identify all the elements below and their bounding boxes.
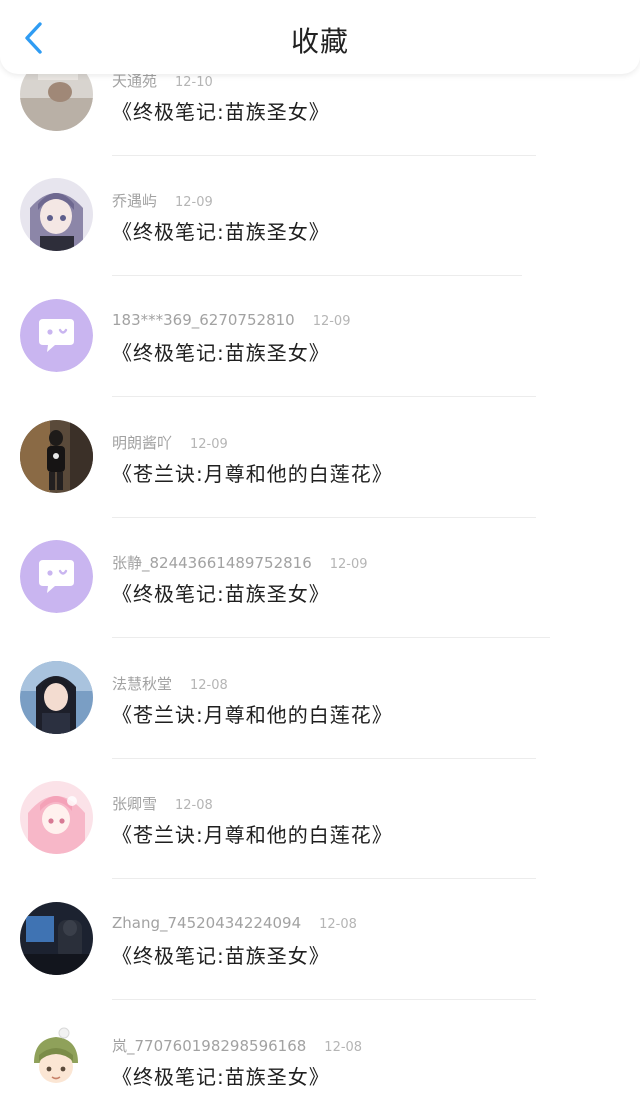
user-avatar[interactable]: [20, 902, 93, 975]
user-avatar[interactable]: [20, 1023, 93, 1096]
username[interactable]: 天通苑: [112, 72, 157, 90]
timestamp: 12-08: [324, 1040, 363, 1055]
book-title[interactable]: 《终极笔记:苗族圣女》: [112, 1061, 330, 1090]
item-meta: 乔遇屿 12-09: [112, 190, 213, 211]
username[interactable]: 岚_77076019829859616​8: [112, 1037, 306, 1055]
book-title[interactable]: 《终极笔记:苗族圣女》: [112, 216, 330, 245]
timestamp: 12-09: [329, 557, 368, 572]
item-meta: 张卿雪 12-08: [112, 793, 213, 814]
timestamp: 12-10: [175, 75, 213, 90]
username[interactable]: 明朗酱吖: [112, 434, 172, 452]
item-meta: 183***369_6270752810 12-09: [112, 311, 350, 329]
default-chat-avatar[interactable]: [20, 540, 93, 613]
username[interactable]: 法慧秋堂: [112, 675, 172, 693]
user-avatar[interactable]: [20, 661, 93, 734]
book-title[interactable]: 《苍兰诀:月尊和他的白莲花》: [112, 819, 393, 848]
user-avatar[interactable]: [20, 781, 93, 854]
list-item[interactable]: 天通苑 12-10 《终极笔记:苗族圣女》: [0, 58, 640, 179]
favorites-page: 天通苑 12-10 《终极笔记:苗族圣女》 乔遇屿 12-09 《终极笔记:苗族…: [0, 0, 640, 1098]
divider: [112, 155, 536, 156]
item-meta: 张静_82443661489752816 12-09: [112, 552, 368, 573]
username[interactable]: Zhang_74520434224094: [112, 914, 301, 932]
book-title[interactable]: 《终极笔记:苗族圣女》: [112, 940, 330, 969]
username[interactable]: 183***369_6270752810: [112, 311, 295, 329]
divider: [112, 758, 536, 759]
username[interactable]: 乔遇屿: [112, 192, 157, 210]
divider: [112, 637, 550, 638]
list-item[interactable]: 岚_77076019829859616​8 12-08 《终极笔记:苗族圣女》: [0, 1023, 640, 1098]
divider: [112, 275, 522, 276]
list-item[interactable]: 183***369_6270752810 12-09 《终极笔记:苗族圣女》: [0, 299, 640, 420]
user-avatar[interactable]: [20, 178, 93, 251]
timestamp: 12-09: [175, 195, 213, 210]
item-meta: Zhang_74520434224094 12-08: [112, 914, 357, 932]
top-nav-bar: 收藏: [0, 0, 640, 74]
username[interactable]: 张静_82443661489752816: [112, 554, 312, 572]
page-title: 收藏: [290, 25, 349, 58]
book-title[interactable]: 《终极笔记:苗族圣女》: [112, 96, 330, 125]
item-meta: 明朗酱吖 12-09: [112, 432, 228, 453]
list-item[interactable]: 乔遇屿 12-09 《终极笔记:苗族圣女》: [0, 178, 640, 299]
divider: [112, 999, 536, 1000]
user-avatar[interactable]: [20, 420, 93, 493]
timestamp: 12-08: [175, 798, 213, 813]
list-item[interactable]: Zhang_74520434224094 12-08 《终极笔记:苗族圣女》: [0, 902, 640, 1023]
item-meta: 法慧秋堂 12-08: [112, 673, 228, 694]
timestamp: 12-09: [312, 314, 351, 329]
timestamp: 12-08: [319, 917, 357, 932]
list-item[interactable]: 张卿雪 12-08 《苍兰诀:月尊和他的白莲花》: [0, 781, 640, 902]
list-item[interactable]: 法慧秋堂 12-08 《苍兰诀:月尊和他的白莲花》: [0, 661, 640, 782]
book-title[interactable]: 《苍兰诀:月尊和他的白莲花》: [112, 699, 393, 728]
username[interactable]: 张卿雪: [112, 795, 157, 813]
book-title[interactable]: 《苍兰诀:月尊和他的白莲花》: [112, 458, 393, 487]
book-title[interactable]: 《终极笔记:苗族圣女》: [112, 578, 330, 607]
list-item[interactable]: 张静_82443661489752816 12-09 《终极笔记:苗族圣女》: [0, 540, 640, 661]
timestamp: 12-08: [190, 678, 228, 693]
timestamp: 12-09: [190, 437, 228, 452]
divider: [112, 878, 536, 879]
default-chat-avatar[interactable]: [20, 299, 93, 372]
list-item[interactable]: 明朗酱吖 12-09 《苍兰诀:月尊和他的白莲花》: [0, 420, 640, 541]
book-title[interactable]: 《终极笔记:苗族圣女》: [112, 337, 330, 366]
divider: [112, 396, 536, 397]
divider: [112, 517, 536, 518]
item-meta: 岚_77076019829859616​8 12-08: [112, 1035, 362, 1056]
